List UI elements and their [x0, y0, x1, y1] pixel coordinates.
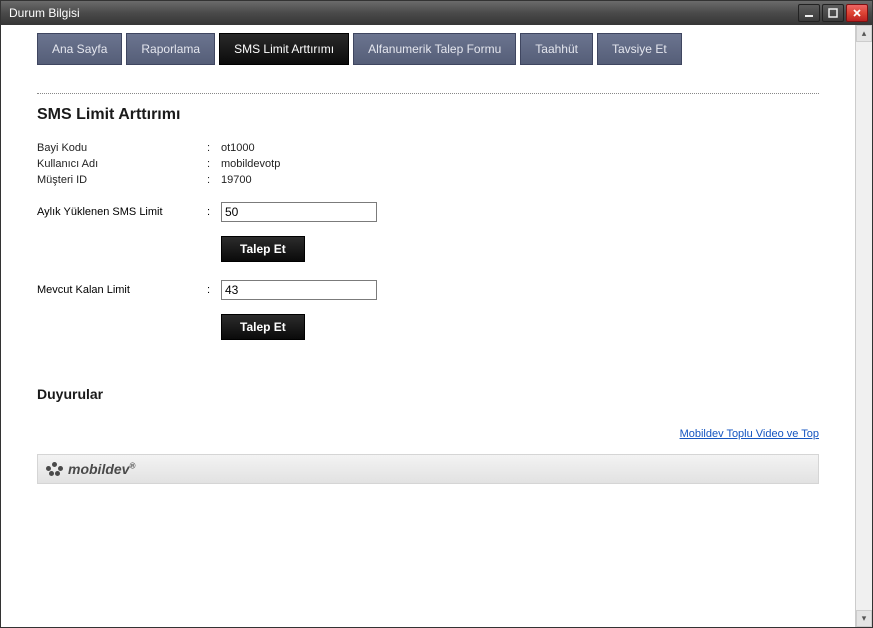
- request-button-2[interactable]: Talep Et: [221, 314, 305, 340]
- colon: :: [207, 174, 221, 186]
- tab-recommend[interactable]: Tavsiye Et: [597, 33, 682, 65]
- window-controls: [798, 4, 868, 22]
- content-area: Ana Sayfa Raporlama SMS Limit Arttırımı …: [1, 25, 855, 627]
- tab-sms-limit[interactable]: SMS Limit Arttırımı: [219, 33, 349, 65]
- announcements-section: Duyurular Mobildev Toplu Video ve Top: [37, 386, 819, 440]
- remaining-limit-label: Mevcut Kalan Limit: [37, 284, 207, 296]
- username-label: Kullanıcı Adı: [37, 158, 207, 170]
- brand-name: mobildev: [68, 461, 129, 477]
- request-button-row-2: Talep Et: [221, 314, 819, 340]
- customer-id-label: Müşteri ID: [37, 174, 207, 186]
- vertical-scrollbar[interactable]: ▴ ▾: [855, 25, 872, 627]
- dealer-code-label: Bayi Kodu: [37, 142, 207, 154]
- brand-logo-icon: [46, 462, 64, 476]
- remaining-limit-row: Mevcut Kalan Limit :: [37, 280, 819, 300]
- close-button[interactable]: [846, 4, 868, 22]
- tab-reporting[interactable]: Raporlama: [126, 33, 215, 65]
- scroll-down-arrow[interactable]: ▾: [856, 610, 872, 627]
- dealer-code-row: Bayi Kodu : ot1000: [37, 142, 819, 154]
- request-button-1[interactable]: Talep Et: [221, 236, 305, 262]
- tab-alphanumeric[interactable]: Alfanumerik Talep Formu: [353, 33, 516, 65]
- client-area: Ana Sayfa Raporlama SMS Limit Arttırımı …: [1, 25, 872, 627]
- page: Ana Sayfa Raporlama SMS Limit Arttırımı …: [21, 33, 835, 484]
- maximize-button[interactable]: [822, 4, 844, 22]
- monthly-limit-input[interactable]: [221, 202, 377, 222]
- monthly-limit-row: Aylık Yüklenen SMS Limit :: [37, 202, 819, 222]
- colon: :: [207, 158, 221, 170]
- tab-home[interactable]: Ana Sayfa: [37, 33, 122, 65]
- announcement-link[interactable]: Mobildev Toplu Video ve Top: [680, 428, 819, 440]
- page-title: SMS Limit Arttırımı: [37, 106, 819, 124]
- brand-logo-text: mobildev®: [68, 461, 135, 477]
- footer: mobildev®: [37, 454, 819, 484]
- username-value: mobildevotp: [221, 158, 280, 170]
- colon: :: [207, 206, 221, 218]
- close-icon: [852, 8, 862, 18]
- minimize-button[interactable]: [798, 4, 820, 22]
- username-row: Kullanıcı Adı : mobildevotp: [37, 158, 819, 170]
- remaining-limit-input[interactable]: [221, 280, 377, 300]
- scroll-up-arrow[interactable]: ▴: [856, 25, 872, 42]
- colon: :: [207, 284, 221, 296]
- dealer-code-value: ot1000: [221, 142, 255, 154]
- announcements-title: Duyurular: [37, 386, 819, 402]
- colon: :: [207, 142, 221, 154]
- titlebar: Durum Bilgisi: [1, 1, 872, 25]
- monthly-limit-label: Aylık Yüklenen SMS Limit: [37, 206, 207, 218]
- tab-commitment[interactable]: Taahhüt: [520, 33, 593, 65]
- window-title: Durum Bilgisi: [9, 6, 798, 20]
- customer-id-value: 19700: [221, 174, 252, 186]
- app-window: Durum Bilgisi Ana Sayfa Raporlama: [0, 0, 873, 628]
- request-button-row-1: Talep Et: [221, 236, 819, 262]
- tab-bar: Ana Sayfa Raporlama SMS Limit Arttırımı …: [37, 33, 819, 65]
- divider: [37, 93, 819, 94]
- announcement-link-row: Mobildev Toplu Video ve Top: [37, 426, 819, 440]
- maximize-icon: [828, 8, 838, 18]
- brand-suffix: ®: [129, 461, 135, 470]
- customer-id-row: Müşteri ID : 19700: [37, 174, 819, 186]
- brand-logo: mobildev®: [46, 461, 135, 477]
- minimize-icon: [804, 8, 814, 18]
